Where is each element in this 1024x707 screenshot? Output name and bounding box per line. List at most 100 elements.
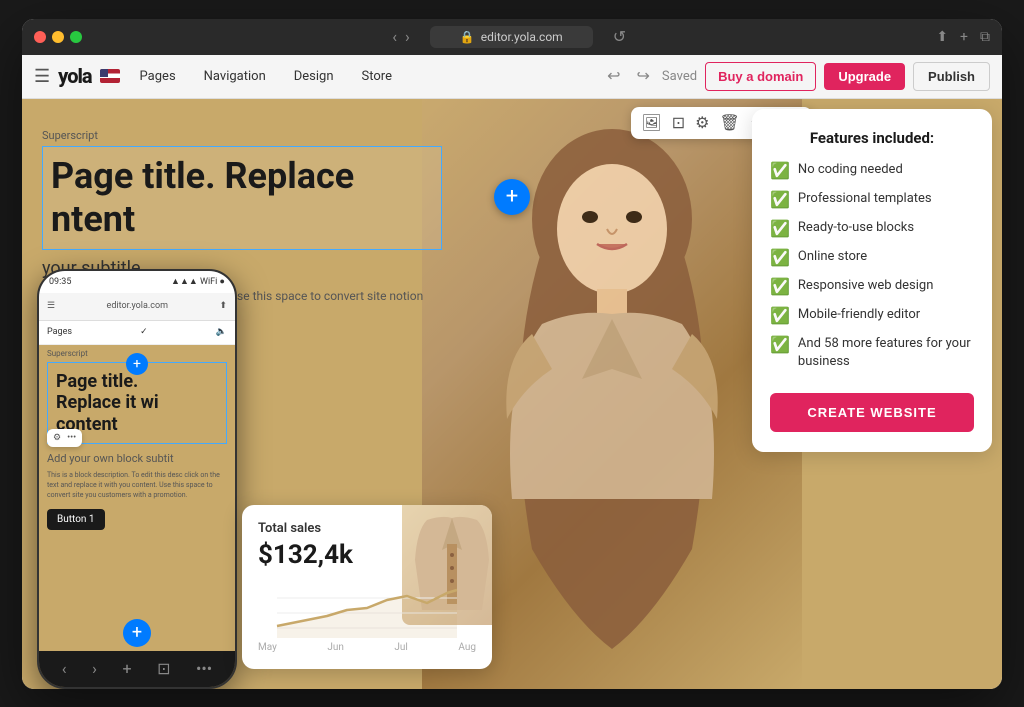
feature-text-3: Ready-to-use blocks: [798, 219, 914, 237]
phone-share-icon: ⬆: [219, 301, 227, 311]
title-bar-icons: ⬆ + ⧉: [936, 29, 990, 45]
sales-chart: [258, 578, 476, 638]
check-icon-6: ✅: [770, 306, 790, 325]
features-panel: Features included: ✅ No coding needed ✅ …: [752, 109, 992, 452]
share-icon[interactable]: ⬆: [936, 29, 948, 45]
navigation-nav[interactable]: Navigation: [192, 63, 278, 90]
phone-speaker-icon: 🔈: [216, 327, 227, 337]
title-bar: ‹ › 🔒 editor.yola.com ↺ ⬆ + ⧉: [22, 19, 1002, 55]
page-title: Page title. Replace: [51, 155, 433, 198]
settings-icon[interactable]: ⚙: [695, 113, 709, 132]
feature-item-6: ✅ Mobile-friendly editor: [770, 306, 974, 325]
month-jun: Jun: [327, 642, 344, 653]
phone-block-desc: This is a block description. To edit thi…: [39, 469, 235, 502]
check-icon-3: ✅: [770, 219, 790, 238]
browser-nav-arrows: ‹ ›: [392, 27, 410, 46]
feature-text-2: Professional templates: [798, 190, 932, 208]
phone-url: editor.yola.com: [55, 301, 219, 311]
image-icon[interactable]: 🖼: [641, 113, 661, 132]
new-tab-icon[interactable]: +: [960, 29, 968, 45]
feature-item-7: ✅ And 58 more features for your business: [770, 335, 974, 371]
feature-item-4: ✅ Online store: [770, 248, 974, 267]
title-bar-center: ‹ › 🔒 editor.yola.com ↺: [90, 26, 928, 48]
undo-button[interactable]: ↩: [603, 62, 624, 90]
page-title-box[interactable]: Page title. Replace ntent: [42, 146, 442, 250]
lock-icon: 🔒: [460, 30, 475, 44]
check-icon-4: ✅: [770, 248, 790, 267]
toolbar-nav: Pages Navigation Design Store: [128, 63, 404, 90]
add-block-button[interactable]: +: [494, 179, 530, 215]
month-jul: Jul: [394, 642, 407, 653]
hero-background: Superscript Page title. Replace ntent yo…: [22, 99, 1002, 689]
check-icon-5: ✅: [770, 277, 790, 296]
feature-text-4: Online store: [798, 248, 867, 266]
check-icon-7: ✅: [770, 335, 790, 354]
phone-pages-bar: Pages ✓ 🔈: [39, 321, 235, 345]
phone-pages-label: Pages: [47, 327, 72, 337]
store-nav[interactable]: Store: [350, 63, 404, 90]
maximize-button[interactable]: [70, 31, 82, 43]
close-button[interactable]: [34, 31, 46, 43]
publish-button[interactable]: Publish: [913, 62, 990, 91]
design-nav[interactable]: Design: [282, 63, 346, 90]
browser-toolbar: ☰ yola Pages Navigation Design Store ↩ ↪…: [22, 55, 1002, 99]
mac-window: ‹ › 🔒 editor.yola.com ↺ ⬆ + ⧉ ☰ yola Pag…: [22, 19, 1002, 689]
upgrade-button[interactable]: Upgrade: [824, 63, 905, 90]
url-bar[interactable]: 🔒 editor.yola.com: [430, 26, 593, 48]
feature-text-5: Responsive web design: [798, 277, 933, 295]
refresh-icon[interactable]: ↺: [613, 27, 626, 46]
traffic-lights: [34, 31, 82, 43]
check-icon-2: ✅: [770, 190, 790, 209]
phone-check-icon: ✓: [140, 327, 148, 337]
month-may: May: [258, 642, 277, 653]
create-website-button[interactable]: CREATE WEBSITE: [770, 393, 974, 432]
chart-svg: [258, 578, 476, 638]
duplicate-icon[interactable]: ⊡: [672, 113, 685, 132]
phone-menu-icon: ☰: [47, 301, 55, 311]
phone-add-button[interactable]: +: [126, 353, 148, 375]
phone-menu-more-icon[interactable]: •••: [196, 659, 212, 678]
phone-content: + ⚙ ••• Superscript Page title. Replace …: [39, 345, 235, 687]
phone-window-icon[interactable]: ⊡: [157, 659, 170, 678]
toolbar-right: ↩ ↪ Saved Buy a domain Upgrade Publish: [603, 62, 990, 91]
phone-mockup: 09:35 ▲▲▲ WiFi ● ☰ editor.yola.com ⬆ Pag…: [37, 269, 237, 689]
chart-months: May Jun Jul Aug: [258, 642, 476, 653]
phone-signal: ▲▲▲ WiFi ●: [171, 276, 225, 287]
buy-domain-button[interactable]: Buy a domain: [705, 62, 816, 91]
phone-bottom-nav: ‹ › + ⊡ •••: [39, 651, 235, 687]
feature-item-2: ✅ Professional templates: [770, 190, 974, 209]
menu-icon[interactable]: ☰: [34, 66, 50, 87]
forward-arrow[interactable]: ›: [405, 27, 410, 46]
duplicate-icon[interactable]: ⧉: [980, 29, 990, 45]
phone-back-icon[interactable]: ‹: [62, 659, 67, 678]
phone-time: 09:35: [49, 277, 71, 287]
page-title-cont: ntent: [51, 198, 433, 241]
phone-button1[interactable]: Button 1: [47, 509, 105, 530]
phone-status-bar: 09:35 ▲▲▲ WiFi ●: [39, 271, 235, 293]
feature-text-7: And 58 more features for your business: [798, 335, 974, 371]
feature-item-3: ✅ Ready-to-use blocks: [770, 219, 974, 238]
superscript-label: Superscript: [42, 129, 442, 142]
yola-logo: yola: [58, 64, 91, 88]
phone-toolbar: ⚙ •••: [47, 429, 82, 447]
phone-add-icon[interactable]: +: [122, 659, 131, 678]
phone-more-icon[interactable]: •••: [67, 433, 76, 443]
feature-item-5: ✅ Responsive web design: [770, 277, 974, 296]
delete-icon[interactable]: 🗑: [719, 113, 739, 132]
back-arrow[interactable]: ‹: [392, 27, 397, 46]
editor-content: Superscript Page title. Replace ntent yo…: [22, 99, 1002, 689]
saved-label: Saved: [662, 69, 697, 84]
redo-button[interactable]: ↪: [633, 62, 654, 90]
url-text: editor.yola.com: [481, 30, 563, 44]
feature-text-6: Mobile-friendly editor: [798, 306, 920, 324]
minimize-button[interactable]: [52, 31, 64, 43]
phone-settings-icon[interactable]: ⚙: [53, 433, 61, 443]
feature-item-1: ✅ No coding needed: [770, 161, 974, 180]
sales-card: Total sales $132,4k May: [242, 505, 492, 669]
phone-url-bar: ☰ editor.yola.com ⬆: [39, 293, 235, 321]
flag-icon[interactable]: [100, 69, 120, 83]
phone-bottom-add[interactable]: +: [123, 619, 151, 647]
feature-text-1: No coding needed: [798, 161, 903, 179]
pages-nav[interactable]: Pages: [128, 63, 188, 90]
phone-forward-icon[interactable]: ›: [92, 659, 97, 678]
